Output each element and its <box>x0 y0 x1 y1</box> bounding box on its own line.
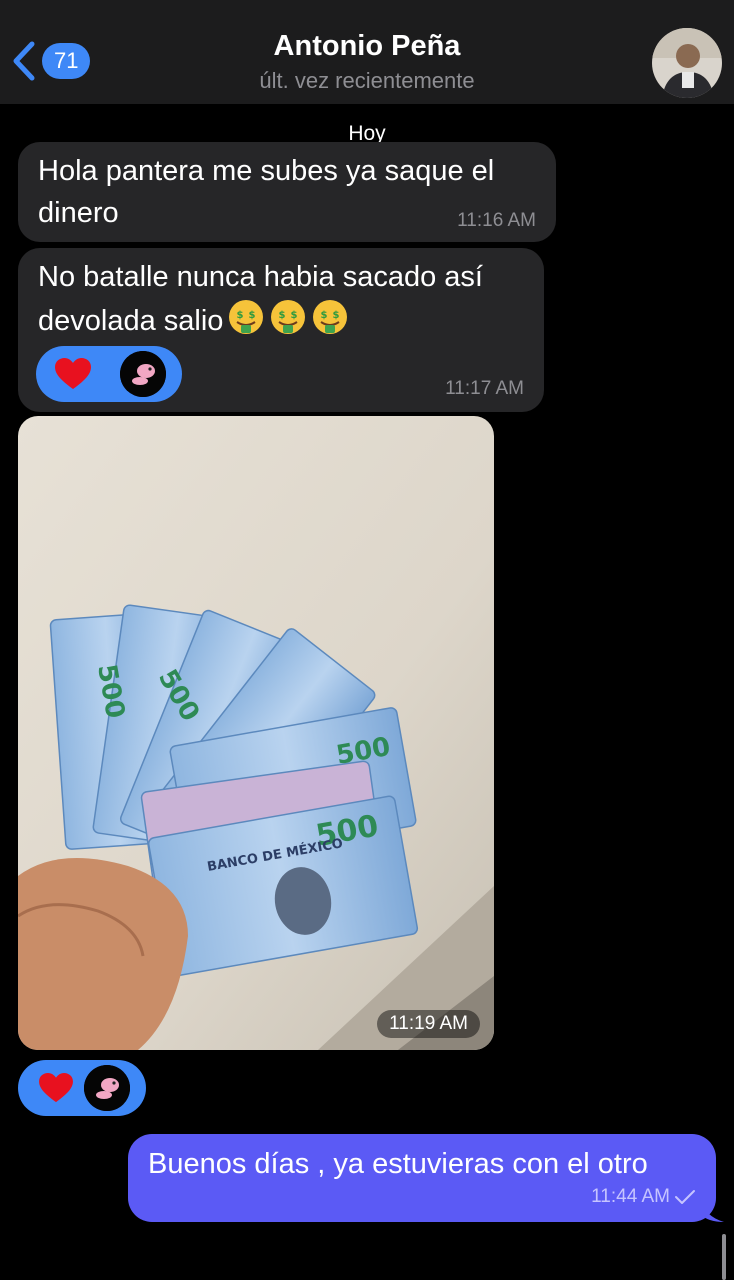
message-time: 11:19 AM <box>377 1010 480 1038</box>
contact-name[interactable]: Antonio Peña <box>0 30 734 63</box>
photo-message[interactable]: 500 500 500 500 BANCO DE MÉXICO 11:19 AM <box>18 416 494 1050</box>
message-time: 11:16 AM <box>457 210 536 231</box>
svg-text:$: $ <box>321 310 328 321</box>
message-reaction[interactable] <box>36 346 182 402</box>
svg-text:$: $ <box>333 310 340 321</box>
last-seen-status: últ. vez recientemente <box>259 68 475 93</box>
message-reaction[interactable] <box>18 1060 146 1116</box>
message-time: 11:17 AM <box>445 378 524 399</box>
money-mouth-face-icon: $ $ <box>229 300 264 334</box>
incoming-message[interactable]: No batalle nunca habia sacado así devola… <box>18 248 544 412</box>
message-meta: 11:44 AM <box>591 1186 696 1208</box>
message-text: Buenos días , ya estuvieras con el otro <box>148 1148 648 1180</box>
reactor-avatar <box>120 351 166 397</box>
message-text: devolada salio <box>38 305 224 337</box>
svg-text:$: $ <box>237 310 244 321</box>
contact-avatar[interactable] <box>652 28 722 98</box>
checkmark-icon <box>675 1190 695 1204</box>
chat-header: 71 Antonio Peña últ. vez recientemente <box>0 0 734 104</box>
money-mouth-face-icon: $ $ <box>271 300 306 334</box>
outgoing-message[interactable]: Buenos días , ya estuvieras con el otro … <box>128 1134 716 1222</box>
reactor-avatar <box>84 1065 130 1111</box>
message-text: Hola pantera me subes ya saque el <box>38 155 495 187</box>
svg-text:$: $ <box>279 310 286 321</box>
heart-icon <box>39 1072 73 1103</box>
message-text: No batalle nunca habia sacado así <box>38 261 483 293</box>
svg-text:$: $ <box>291 310 298 321</box>
heart-icon <box>55 358 91 389</box>
message-time: 11:44 AM <box>591 1186 670 1207</box>
incoming-message[interactable]: Hola pantera me subes ya saque el dinero… <box>18 142 556 242</box>
scrollbar[interactable] <box>722 1234 726 1280</box>
message-text: dinero <box>38 197 119 229</box>
banknotes-photo: 500 500 500 500 BANCO DE MÉXICO <box>18 416 494 1050</box>
bubble-tail <box>700 1198 724 1222</box>
money-mouth-face-icon: $ $ <box>313 300 348 334</box>
svg-text:$: $ <box>249 310 256 321</box>
